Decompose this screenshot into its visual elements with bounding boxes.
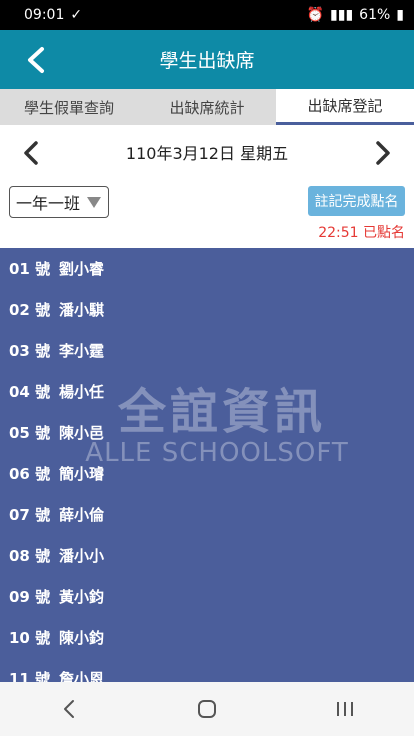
home-icon [198,700,216,718]
list-item[interactable]: 06 號簡小璿 [0,453,414,494]
notification-icon: ✓ [70,7,83,23]
student-number: 10 號 [9,629,51,647]
list-item[interactable]: 03 號李小霆 [0,330,414,371]
status-time: 09:01 [24,7,65,23]
date-label: 110年3月12日 星期五 [125,144,289,163]
date-navigator: 110年3月12日 星期五 [0,130,414,174]
list-item[interactable]: 11 號詹小恩 [0,658,414,682]
system-back-button[interactable] [39,689,99,729]
student-name: 楊小任 [59,383,105,401]
battery-text: 61% [359,7,391,23]
signal-icon: ▮▮▮ [330,7,354,23]
student-name: 詹小恩 [59,670,105,682]
status-bar: 09:01 ✓ ⏰ ▮▮▮ 61% ▮ [0,0,414,30]
list-item[interactable]: 02 號潘小騏 [0,289,414,330]
student-name: 劉小睿 [59,260,105,278]
student-number: 01 號 [9,260,51,278]
mark-complete-button[interactable]: 註記完成點名 [308,186,405,216]
student-number: 09 號 [9,588,51,606]
class-select[interactable]: 一年一班 [9,186,109,218]
student-number: 08 號 [9,547,51,565]
list-item[interactable]: 08 號潘小小 [0,535,414,576]
tab-attendance-register[interactable]: 出缺席登記 [276,89,414,125]
back-button[interactable] [18,42,54,78]
student-name: 潘小小 [59,547,105,565]
dropdown-triangle-icon [87,197,101,208]
student-name: 簡小璿 [59,465,105,483]
recents-icon [337,702,353,716]
prev-date-button[interactable] [16,138,46,168]
tab-leave-query[interactable]: 學生假單查詢 [0,89,138,125]
student-name: 陳小邑 [59,424,105,442]
list-item[interactable]: 01 號劉小睿 [0,248,414,289]
class-select-value: 一年一班 [16,194,81,213]
chevron-right-icon [376,141,390,165]
list-item[interactable]: 09 號黃小鈞 [0,576,414,617]
chevron-left-icon [28,47,44,73]
student-name: 李小霆 [59,342,105,360]
list-item[interactable]: 05 號陳小邑 [0,412,414,453]
list-item[interactable]: 07 號薛小倫 [0,494,414,535]
tab-bar: 學生假單查詢 出缺席統計 出缺席登記 [0,89,414,125]
chevron-left-icon [24,141,38,165]
student-number: 04 號 [9,383,51,401]
battery-icon: ▮ [396,7,404,23]
back-icon [64,700,74,718]
student-number: 03 號 [9,342,51,360]
student-number: 05 號 [9,424,51,442]
next-date-button[interactable] [368,138,398,168]
tab-attendance-stats[interactable]: 出缺席統計 [138,89,276,125]
student-number: 06 號 [9,465,51,483]
student-number: 07 號 [9,506,51,524]
student-number: 11 號 [9,670,51,682]
roll-call-status: 22:51 已點名 [318,225,405,241]
list-item[interactable]: 04 號楊小任 [0,371,414,412]
student-name: 陳小鈞 [59,629,105,647]
page-title: 學生出缺席 [159,50,255,72]
system-recents-button[interactable] [315,689,375,729]
student-number: 02 號 [9,301,51,319]
student-list: 01 號劉小睿 02 號潘小騏 03 號李小霆 04 號楊小任 05 號陳小邑 … [0,248,414,682]
list-item[interactable]: 10 號陳小鈞 [0,617,414,658]
system-home-button[interactable] [177,689,237,729]
system-nav-bar [0,682,414,736]
student-name: 黃小鈞 [59,588,105,606]
app-bar: 學生出缺席 [0,30,414,89]
student-name: 潘小騏 [59,301,105,319]
student-name: 薛小倫 [59,506,105,524]
alarm-icon: ⏰ [306,7,325,23]
